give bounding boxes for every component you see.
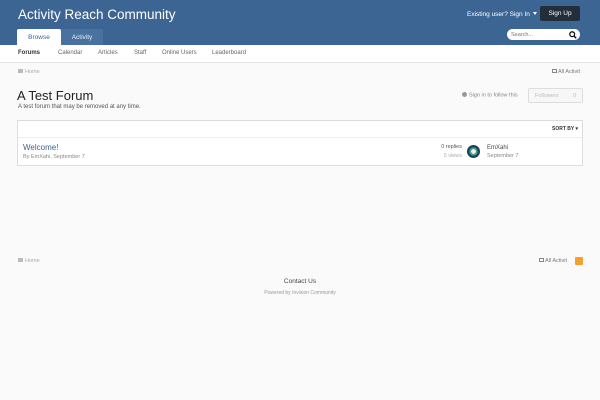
subnav-item-calendar[interactable]: Calendar bbox=[58, 50, 82, 56]
follow-signin-link[interactable]: Sign in to follow this bbox=[462, 92, 518, 99]
home-icon bbox=[18, 69, 23, 73]
breadcrumb-home: Home bbox=[25, 69, 40, 75]
site-header: Activity Reach Community Existing user? … bbox=[0, 0, 600, 45]
topic-replies: 0 replies bbox=[441, 144, 462, 150]
avatar[interactable] bbox=[467, 145, 480, 158]
sub-navigation: Forums Calendar Articles Staff Online Us… bbox=[0, 45, 600, 63]
signup-button[interactable]: Sign Up bbox=[540, 6, 580, 21]
topic-views: 0 views bbox=[443, 153, 462, 159]
tab-activity[interactable]: Activity bbox=[61, 29, 103, 45]
topic-title-link[interactable]: Welcome! bbox=[23, 143, 58, 152]
chevron-down-icon bbox=[532, 12, 537, 15]
followers-label: Followers bbox=[535, 93, 559, 99]
breadcrumb[interactable]: Home bbox=[18, 69, 40, 75]
subnav-item-articles[interactable]: Articles bbox=[98, 50, 118, 56]
footer-breadcrumb[interactable]: Home bbox=[18, 258, 40, 264]
topic-list-header: SORT BY ▾ bbox=[18, 121, 582, 138]
page-description: A test forum that may be removed at any … bbox=[18, 104, 141, 110]
last-post-date[interactable]: September 7 bbox=[487, 153, 519, 159]
search-icon[interactable] bbox=[569, 31, 577, 39]
topic-stats: 0 replies 0 views bbox=[428, 144, 462, 159]
contact-us-link[interactable]: Contact Us bbox=[0, 278, 600, 285]
activity-icon bbox=[552, 69, 557, 73]
sort-by-label: SORT BY bbox=[552, 126, 575, 132]
subnav-item-staff[interactable]: Staff bbox=[134, 50, 146, 56]
last-poster-link[interactable]: EmXahi bbox=[487, 145, 508, 151]
follow-text: Sign in to follow this bbox=[469, 92, 518, 99]
followers-button[interactable]: Followers 0 bbox=[528, 88, 583, 103]
all-activity-label: All Activit bbox=[558, 69, 581, 75]
topic-list-panel: SORT BY ▾ Welcome! By EmXahi, September … bbox=[17, 120, 583, 166]
subnav-item-leaderboard[interactable]: Leaderboard bbox=[212, 50, 246, 56]
signin-link[interactable]: Existing user? Sign In bbox=[467, 11, 537, 18]
topic-meta: By EmXahi, September 7 bbox=[23, 154, 85, 160]
signin-label: Existing user? Sign In bbox=[467, 11, 530, 18]
footer-breadcrumb-home: Home bbox=[25, 258, 40, 264]
tab-browse[interactable]: Browse bbox=[17, 29, 61, 45]
subnav-item-online-users[interactable]: Online Users bbox=[162, 50, 197, 56]
home-icon bbox=[18, 258, 23, 262]
activity-icon bbox=[539, 258, 544, 262]
info-icon bbox=[462, 92, 467, 97]
search-box bbox=[507, 29, 580, 40]
powered-by-link[interactable]: Powered by Invision Community bbox=[0, 290, 600, 296]
subnav-item-forums[interactable]: Forums bbox=[18, 50, 40, 56]
page-title: A Test Forum bbox=[17, 88, 94, 103]
footer-all-activity-label: All Activit bbox=[545, 258, 568, 264]
search-input[interactable] bbox=[511, 30, 566, 39]
followers-count: 0 bbox=[573, 93, 577, 99]
footer-all-activity-link[interactable]: All Activit bbox=[539, 258, 567, 264]
site-title[interactable]: Activity Reach Community bbox=[18, 7, 176, 22]
rss-icon[interactable] bbox=[575, 257, 583, 265]
all-activity-link[interactable]: All Activit bbox=[552, 69, 580, 75]
sort-by-button[interactable]: SORT BY ▾ bbox=[552, 126, 578, 132]
